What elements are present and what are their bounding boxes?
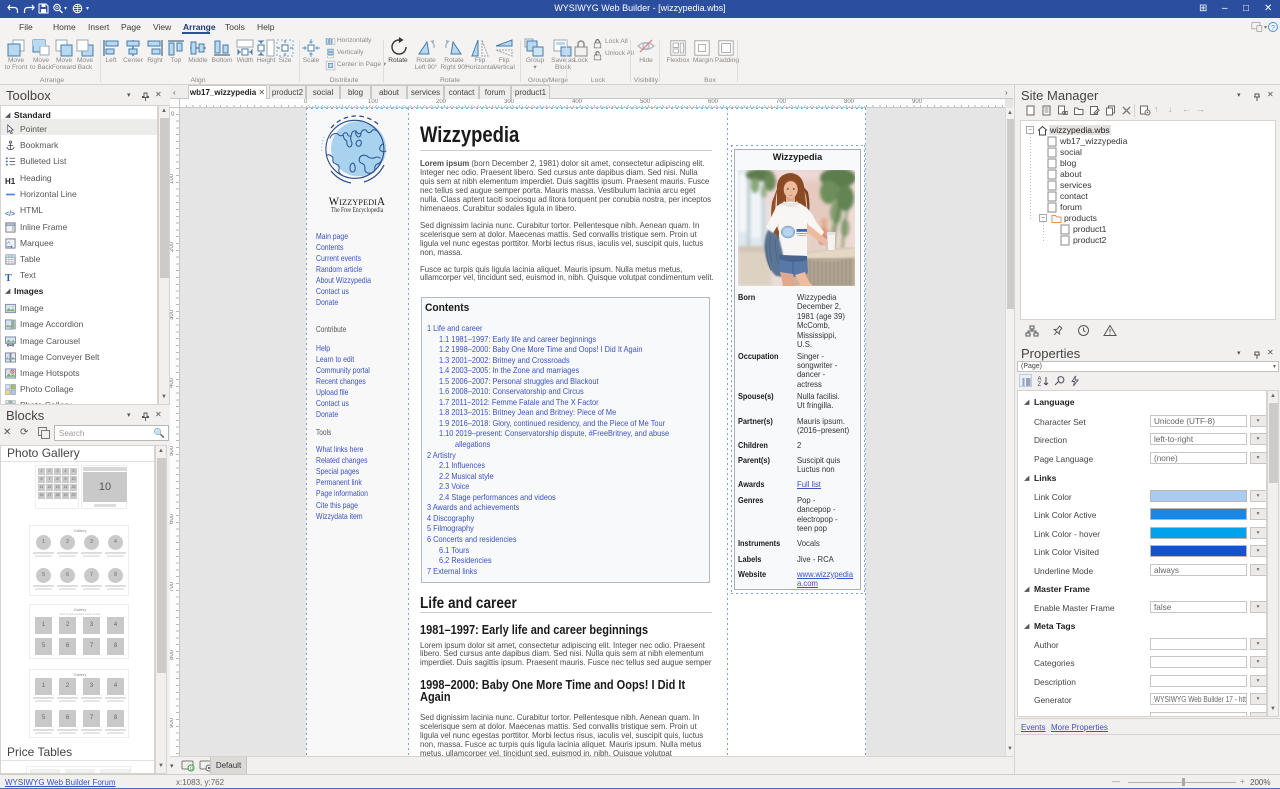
svg-text:Z: Z bbox=[1038, 382, 1042, 387]
